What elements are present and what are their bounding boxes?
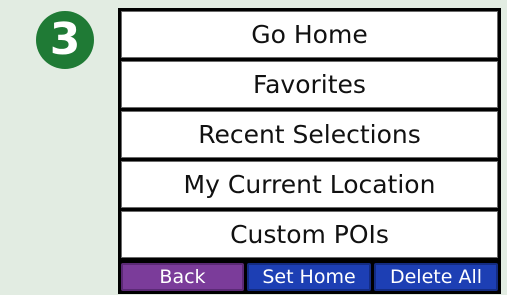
device-screen: Go Home Favorites Recent Selections My C… (118, 8, 501, 294)
menu-item-recent-selections[interactable]: Recent Selections (121, 111, 498, 158)
where-to-menu: Go Home Favorites Recent Selections My C… (121, 11, 498, 258)
page: 3 Go Home Favorites Recent Selections My… (0, 0, 507, 295)
delete-all-button[interactable]: Delete All (374, 263, 498, 291)
menu-item-custom-pois[interactable]: Custom POIs (121, 211, 498, 258)
back-button[interactable]: Back (121, 263, 244, 291)
menu-item-go-home[interactable]: Go Home (121, 11, 498, 58)
bottom-button-bar: Back Set Home Delete All (121, 263, 498, 291)
set-home-button[interactable]: Set Home (247, 263, 371, 291)
menu-item-favorites[interactable]: Favorites (121, 61, 498, 108)
step-number-badge: 3 (36, 11, 94, 69)
menu-item-my-current-location[interactable]: My Current Location (121, 161, 498, 208)
